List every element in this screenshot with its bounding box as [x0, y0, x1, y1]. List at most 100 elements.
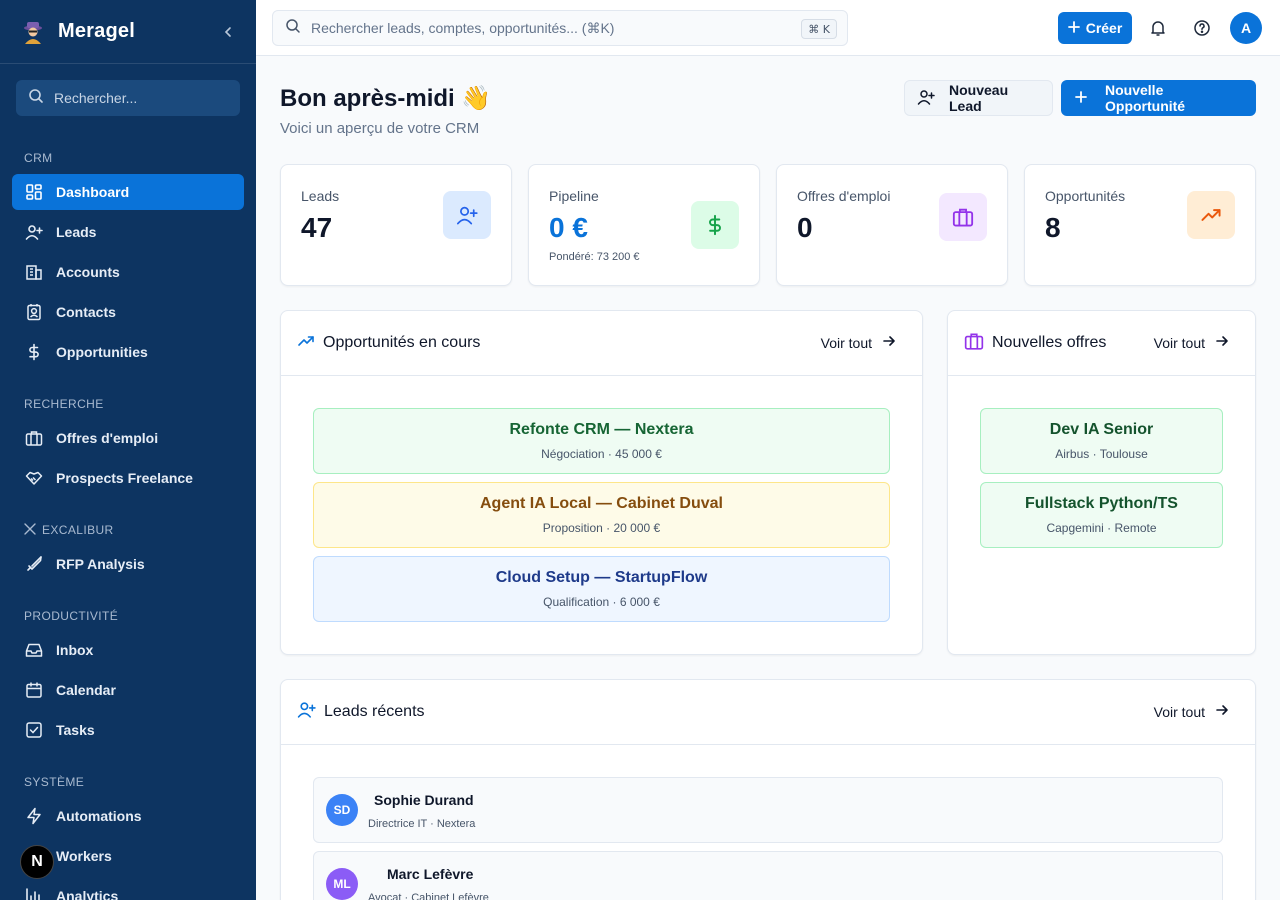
recent-leads-card: Leads récents Voir tout SD Sophie Durand…	[280, 679, 1256, 900]
dollar-icon	[24, 342, 44, 362]
offer-title: Fullstack Python/TS	[1025, 495, 1178, 512]
sidebar-item-calendar[interactable]: Calendar	[12, 672, 244, 708]
sidebar-item-label: Tasks	[56, 722, 95, 738]
sword-icon	[24, 554, 44, 574]
create-button[interactable]: Créer	[1058, 12, 1132, 44]
sidebar-item-label: Workers	[56, 848, 112, 864]
opportunity-title: Agent IA Local — Cabinet Duval	[480, 495, 723, 512]
handshake-icon	[24, 468, 44, 488]
sidebar-search[interactable]	[16, 80, 240, 116]
stat-card-opportunites[interactable]: Opportunités 8	[1024, 164, 1256, 286]
lead-row[interactable]: ML Marc Lefèvre Avocat · Cabinet Lefèvre	[313, 851, 1223, 900]
card-header: Nouvelles offres Voir tout	[948, 311, 1255, 376]
opportunity-item[interactable]: Refonte CRM — Nextera Négociation · 45 0…	[313, 408, 890, 474]
stat-card-pipeline[interactable]: Pipeline 0 € Pondéré: 73 200 €	[528, 164, 760, 286]
dollar-icon	[691, 201, 739, 249]
sidebar-item-label: Automations	[56, 808, 142, 824]
briefcase-icon	[964, 331, 984, 356]
offer-sub: Capgemini · Remote	[1046, 521, 1157, 535]
lightning-icon	[24, 806, 44, 826]
opportunity-item[interactable]: Cloud Setup — StartupFlow Qualification …	[313, 556, 890, 622]
arrow-right-icon	[882, 334, 896, 351]
see-all-label: Voir tout	[820, 334, 872, 351]
global-search[interactable]: ⌘ K	[272, 10, 848, 46]
lead-name: Sophie Durand	[374, 792, 474, 808]
sidebar-item-label: Opportunities	[56, 344, 148, 360]
see-all-label: Voir tout	[1153, 334, 1205, 351]
sidebar-item-tasks[interactable]: Tasks	[12, 712, 244, 748]
opportunity-title: Cloud Setup — StartupFlow	[495, 569, 708, 586]
sidebar-item-accounts[interactable]: Accounts	[12, 254, 244, 290]
chevron-left-icon[interactable]	[218, 22, 238, 42]
plus-icon	[1075, 90, 1087, 106]
see-all-label: Voir tout	[1153, 703, 1205, 720]
arrow-right-icon	[1215, 703, 1229, 720]
new-opportunity-button[interactable]: Nouvelle Opportunité	[1061, 80, 1256, 116]
inbox-icon	[24, 640, 44, 660]
sidebar-item-offres[interactable]: Offres d'emploi	[12, 420, 244, 456]
opportunities-card: Opportunités en cours Voir tout Refonte …	[280, 310, 923, 655]
stat-value: 0	[797, 212, 813, 243]
bell-icon[interactable]	[1146, 16, 1170, 40]
section-crm: CRM	[24, 151, 53, 165]
sidebar-item-analytics[interactable]: Analytics	[12, 878, 244, 900]
new-lead-button[interactable]: Nouveau Lead	[904, 80, 1053, 116]
page-title: Bon après-midi 👋	[280, 85, 492, 112]
dev-tools-badge[interactable]: N	[20, 845, 54, 879]
stat-note: Pondéré: 73 200 €	[549, 251, 640, 263]
section-recherche: RECHERCHE	[24, 397, 104, 411]
sidebar-item-automations[interactable]: Automations	[12, 798, 244, 834]
sidebar-item-label: Inbox	[56, 642, 94, 658]
sidebar-item-contacts[interactable]: Contacts	[12, 294, 244, 330]
stat-value: 0 €	[549, 212, 588, 243]
plus-icon	[1067, 20, 1080, 36]
sidebar-item-opportunities[interactable]: Opportunities	[12, 334, 244, 370]
sidebar-search-input[interactable]	[54, 90, 224, 106]
stat-value: 8	[1045, 212, 1061, 243]
opportunity-title: Refonte CRM — Nextera	[509, 421, 694, 438]
trending-up-icon	[297, 332, 315, 355]
stat-card-offres[interactable]: Offres d'emploi 0	[776, 164, 1008, 286]
section-systeme: SYSTÈME	[24, 775, 85, 789]
offer-title: Dev IA Senior	[1049, 421, 1154, 438]
search-icon	[28, 88, 44, 109]
lead-sub: Directrice IT · Nextera	[368, 818, 476, 830]
offer-item[interactable]: Dev IA Senior Airbus · Toulouse	[980, 408, 1223, 474]
section-excalibur-label: EXCALIBUR	[42, 523, 114, 537]
card-title: Leads récents	[324, 703, 425, 720]
user-plus-icon	[917, 88, 935, 109]
sidebar-item-prospects[interactable]: Prospects Freelance	[12, 460, 244, 496]
sidebar-item-label: Offres d'emploi	[56, 430, 159, 446]
stat-card-leads[interactable]: Leads 47	[280, 164, 512, 286]
stat-label: Leads	[301, 188, 340, 204]
user-avatar[interactable]: A	[1230, 12, 1262, 44]
help-icon[interactable]	[1190, 16, 1214, 40]
sidebar-item-label: Prospects Freelance	[56, 470, 193, 486]
user-plus-icon	[24, 222, 44, 242]
global-search-input[interactable]	[311, 20, 781, 36]
see-all-link[interactable]: Voir tout	[1154, 334, 1229, 351]
sidebar-item-label: Contacts	[56, 304, 116, 320]
offer-item[interactable]: Fullstack Python/TS Capgemini · Remote	[980, 482, 1223, 548]
see-all-link[interactable]: Voir tout	[1154, 703, 1229, 720]
sidebar-item-inbox[interactable]: Inbox	[12, 632, 244, 668]
bar-chart-icon	[24, 886, 44, 900]
opportunity-sub: Proposition · 20 000 €	[542, 521, 661, 535]
sidebar-item-leads[interactable]: Leads	[12, 214, 244, 250]
stat-label: Opportunités	[1045, 188, 1126, 204]
shortcut-hint: ⌘ K	[801, 19, 837, 39]
spy-logo-icon	[20, 19, 46, 45]
sidebar-item-dashboard[interactable]: Dashboard	[12, 174, 244, 210]
sidebar-item-rfp[interactable]: RFP Analysis	[12, 546, 244, 582]
page-subtitle: Voici un aperçu de votre CRM	[280, 120, 480, 137]
opportunity-item[interactable]: Agent IA Local — Cabinet Duval Propositi…	[313, 482, 890, 548]
sidebar-item-label: Calendar	[56, 682, 116, 698]
new-opportunity-label: Nouvelle Opportunité	[1105, 82, 1186, 114]
briefcase-icon	[24, 428, 44, 448]
see-all-link[interactable]: Voir tout	[821, 334, 896, 351]
lead-name: Marc Lefèvre	[387, 866, 474, 882]
sidebar-item-label: Dashboard	[56, 184, 130, 200]
trending-up-icon	[1187, 191, 1235, 239]
lead-row[interactable]: SD Sophie Durand Directrice IT · Nextera	[313, 777, 1223, 843]
stat-label: Offres d'emploi	[797, 188, 891, 204]
